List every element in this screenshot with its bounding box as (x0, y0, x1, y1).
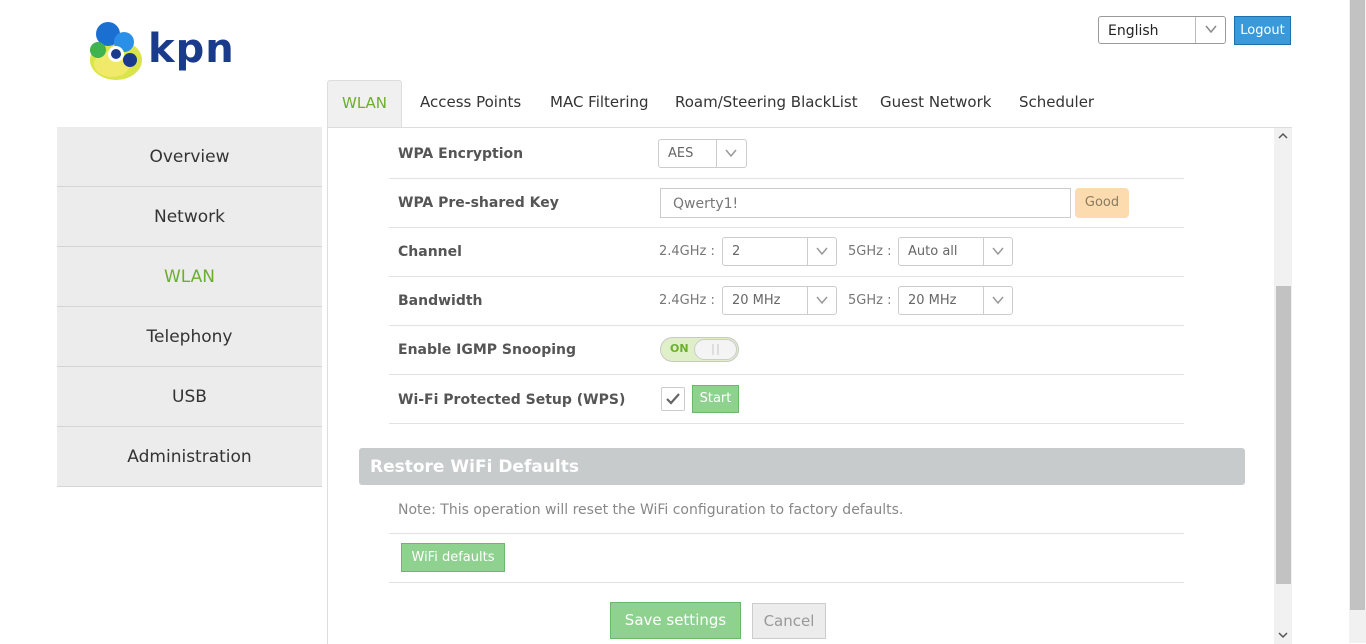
kpn-crown-icon (90, 22, 142, 80)
sidebar-item-telephony[interactable]: Telephony (57, 307, 322, 367)
wifi-defaults-button[interactable]: WiFi defaults (401, 543, 505, 572)
bandwidth-5ghz-value: 20 MHz (908, 293, 957, 308)
restore-note-row: Note: This operation will reset the WiFi… (389, 485, 1184, 534)
tab-guest-network[interactable]: Guest Network (880, 80, 991, 127)
sidebar-item-overview[interactable]: Overview (57, 127, 322, 187)
settings-panel: WPA Encryption AES WPA Pre-shared Key Qw… (327, 127, 1292, 644)
tab-mac-filtering[interactable]: MAC Filtering (550, 80, 649, 127)
channel-24ghz-label: 2.4GHz : (659, 244, 715, 259)
grip-line (717, 344, 719, 355)
panel-scrollbar[interactable] (1274, 128, 1292, 644)
chevron-down-icon (1205, 25, 1217, 34)
wps-row: Wi-Fi Protected Setup (WPS) Start (389, 375, 1184, 424)
scroll-thumb[interactable] (1276, 286, 1291, 584)
channel-5ghz-select[interactable]: Auto all (898, 237, 1013, 266)
kpn-logo: kpn (86, 20, 236, 82)
tab-access-points[interactable]: Access Points (420, 80, 521, 127)
igmp-row: Enable IGMP Snooping ON (389, 326, 1184, 375)
channel-5ghz-value: Auto all (908, 244, 958, 259)
toggle-state-text: ON (670, 342, 689, 355)
restore-button-row: WiFi defaults (389, 534, 1184, 583)
cancel-button[interactable]: Cancel (752, 603, 826, 639)
chevron-down-icon (992, 296, 1004, 305)
bandwidth-label: Bandwidth (398, 293, 483, 309)
page-scrollbar[interactable] (1349, 0, 1366, 643)
brand-name: kpn (148, 26, 235, 72)
restore-section-header: Restore WiFi Defaults (359, 448, 1245, 485)
chevron-down-icon (816, 247, 828, 256)
channel-label: Channel (398, 244, 462, 260)
sidebar-item-administration[interactable]: Administration (57, 427, 322, 487)
wpa-key-row: WPA Pre-shared Key Qwerty1! Good (389, 179, 1184, 228)
igmp-label: Enable IGMP Snooping (398, 342, 577, 358)
sidebar: Overview Network WLAN Telephony USB Admi… (57, 127, 322, 487)
logout-button[interactable]: Logout (1234, 16, 1291, 45)
channel-row: Channel 2.4GHz : 2 5GHz : Auto all (389, 228, 1184, 277)
wpa-encryption-label: WPA Encryption (398, 146, 524, 162)
password-strength-badge: Good (1075, 188, 1129, 218)
channel-5ghz-label: 5GHz : (848, 244, 892, 259)
bandwidth-24ghz-select[interactable]: 20 MHz (722, 286, 837, 315)
sidebar-item-wlan[interactable]: WLAN (57, 247, 322, 307)
wpa-key-input[interactable]: Qwerty1! (660, 188, 1071, 218)
channel-24ghz-select[interactable]: 2 (722, 237, 837, 266)
wpa-encryption-row: WPA Encryption AES (389, 130, 1184, 179)
language-select[interactable]: English (1098, 16, 1226, 44)
wps-start-button[interactable]: Start (692, 385, 739, 413)
wpa-encryption-value: AES (668, 146, 694, 161)
scroll-down-icon[interactable] (1277, 630, 1289, 640)
sidebar-item-network[interactable]: Network (57, 187, 322, 247)
restore-section-title: Restore WiFi Defaults (370, 457, 579, 477)
igmp-toggle[interactable]: ON (660, 337, 739, 362)
channel-24ghz-value: 2 (732, 244, 741, 259)
wps-checkbox[interactable] (661, 387, 685, 411)
bandwidth-5ghz-select[interactable]: 20 MHz (898, 286, 1013, 315)
tab-scheduler[interactable]: Scheduler (1019, 80, 1094, 127)
page-scroll-thumb[interactable] (1350, 0, 1365, 610)
chevron-down-icon (992, 247, 1004, 256)
language-value: English (1108, 23, 1159, 39)
scroll-up-icon[interactable] (1277, 131, 1289, 141)
chevron-down-icon (816, 296, 828, 305)
tab-roam-steering-blacklist[interactable]: Roam/Steering BlackList (675, 80, 858, 127)
restore-note: Note: This operation will reset the WiFi… (398, 502, 904, 518)
wps-label: Wi-Fi Protected Setup (WPS) (398, 392, 626, 408)
chevron-down-icon (725, 149, 737, 158)
bandwidth-24ghz-label: 2.4GHz : (659, 293, 715, 308)
select-divider (1195, 17, 1196, 43)
bandwidth-row: Bandwidth 2.4GHz : 20 MHz 5GHz : 20 MHz (389, 277, 1184, 326)
wpa-key-label: WPA Pre-shared Key (398, 195, 559, 211)
bandwidth-5ghz-label: 5GHz : (848, 293, 892, 308)
tab-wlan[interactable]: WLAN (327, 80, 402, 127)
save-settings-button[interactable]: Save settings (610, 602, 741, 639)
check-icon (666, 393, 680, 405)
sidebar-item-usb[interactable]: USB (57, 367, 322, 427)
grip-line (712, 344, 714, 355)
toggle-knob (694, 339, 737, 360)
bandwidth-24ghz-value: 20 MHz (732, 293, 781, 308)
wpa-key-value: Qwerty1! (673, 196, 739, 212)
wpa-encryption-select[interactable]: AES (658, 139, 747, 168)
